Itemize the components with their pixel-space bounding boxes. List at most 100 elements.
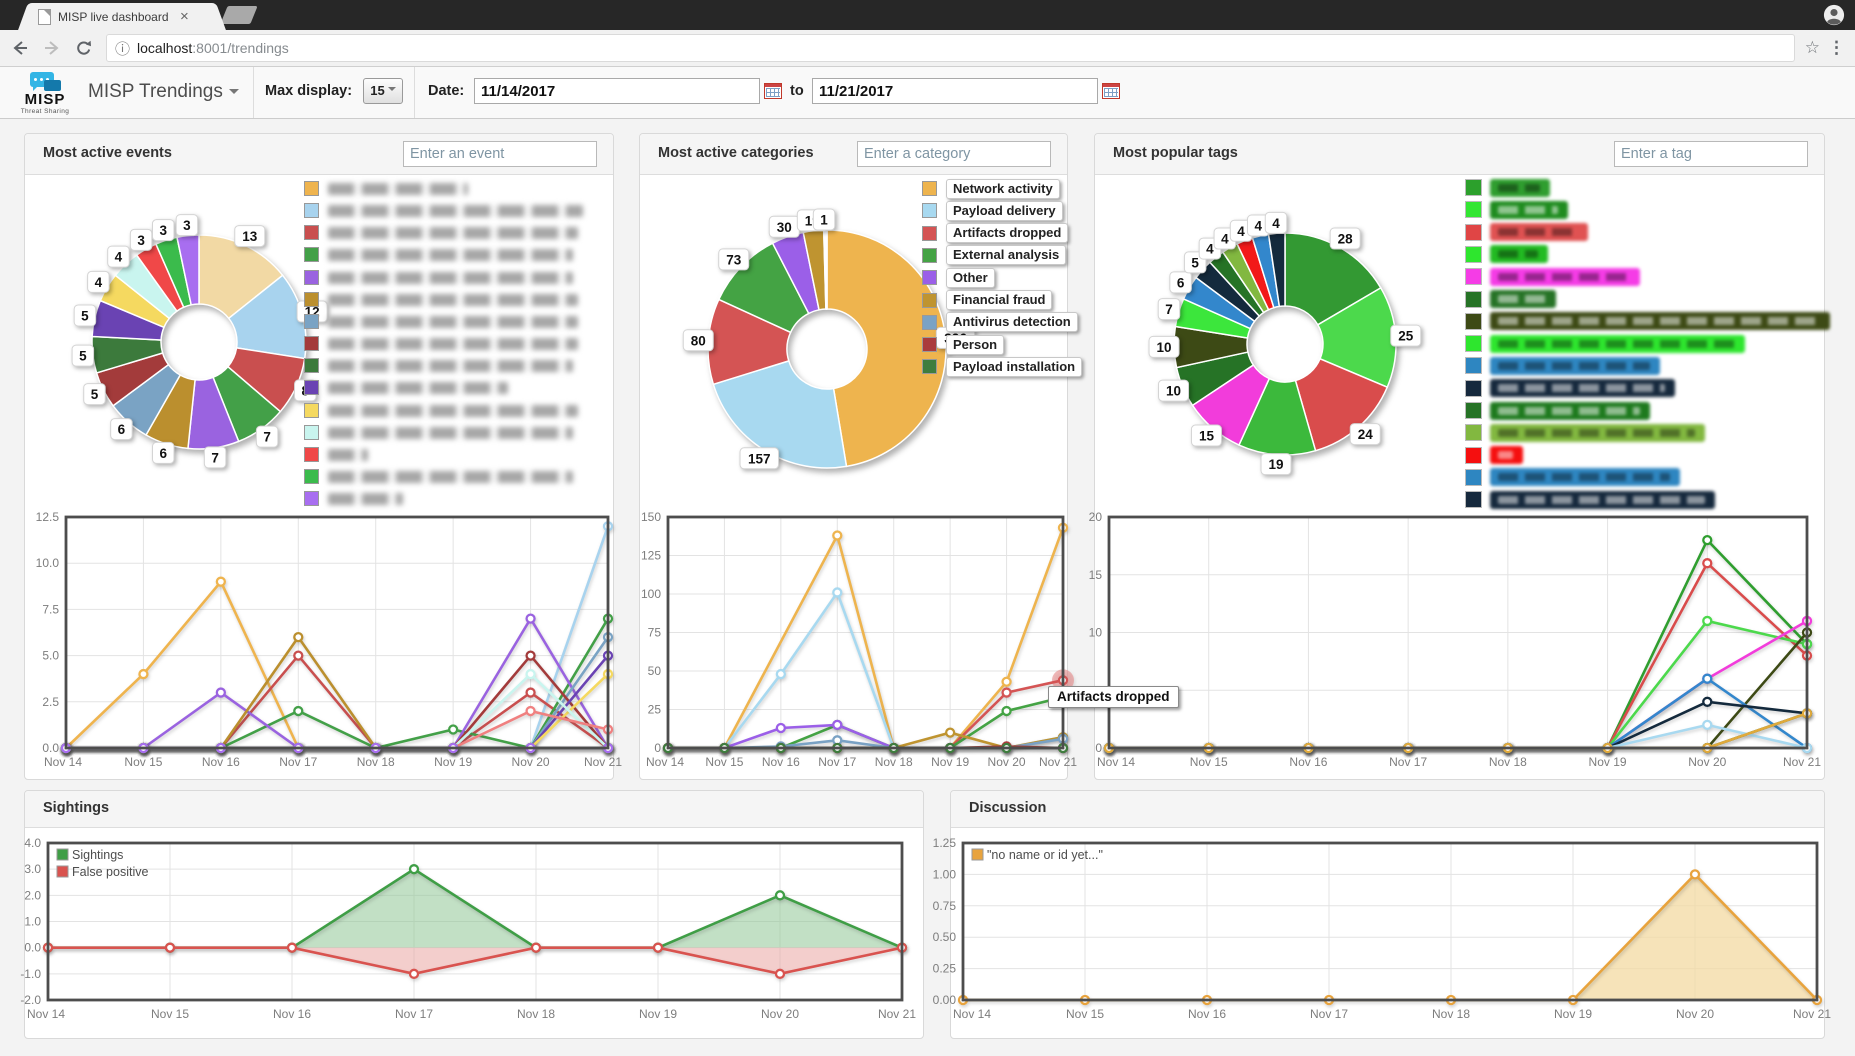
donut-value-label: 4 — [1265, 212, 1287, 233]
redacted-tag-pill — [1490, 290, 1556, 308]
redacted-tag-pill — [1490, 357, 1660, 375]
forward-button[interactable] — [40, 36, 64, 60]
category-search-input[interactable] — [857, 141, 1051, 167]
category-legend-item: Payload delivery — [922, 202, 1063, 219]
svg-text:50: 50 — [648, 664, 662, 678]
redacted-event-title — [328, 205, 583, 217]
panel-title: Most active categories — [658, 145, 814, 161]
legend-color-swatch — [922, 226, 937, 241]
tag-legend-item[interactable] — [1465, 291, 1556, 308]
event-search-input[interactable] — [403, 141, 597, 167]
svg-text:25: 25 — [1398, 329, 1414, 344]
tag-legend-item[interactable] — [1465, 246, 1548, 263]
divider — [414, 67, 415, 118]
svg-text:0: 0 — [654, 741, 661, 755]
new-tab-button[interactable] — [220, 6, 257, 24]
calendar-icon[interactable] — [1102, 83, 1120, 99]
svg-text:Nov 20: Nov 20 — [761, 1007, 799, 1021]
tag-legend-item[interactable] — [1465, 335, 1745, 352]
donut-value-label: 15 — [1191, 425, 1221, 446]
tag-legend-item[interactable] — [1465, 201, 1568, 218]
browser-tab[interactable]: MISP live dashboard × — [30, 3, 214, 30]
tag-legend-item[interactable] — [1465, 268, 1640, 285]
max-display-select[interactable]: 15 — [363, 78, 403, 104]
tag-legend-item[interactable] — [1465, 357, 1660, 374]
bookmark-star-icon[interactable]: ☆ — [1805, 38, 1820, 58]
svg-text:0.0: 0.0 — [42, 741, 59, 755]
tag-legend-item[interactable] — [1465, 313, 1830, 330]
svg-text:Nov 20: Nov 20 — [1688, 755, 1726, 769]
event-legend-item[interactable] — [304, 246, 573, 263]
chevron-down-icon — [388, 87, 396, 95]
tag-legend-item[interactable] — [1465, 447, 1523, 464]
page-info-icon[interactable]: ⓘ — [115, 38, 130, 59]
svg-text:10: 10 — [1157, 340, 1172, 355]
misp-logo[interactable]: MISP Threat Sharing — [16, 69, 74, 115]
event-legend-item[interactable] — [304, 180, 468, 197]
svg-text:Nov 14: Nov 14 — [646, 755, 684, 769]
svg-text:15: 15 — [1199, 429, 1215, 444]
event-legend-item[interactable] — [304, 379, 508, 396]
redacted-tag-pill — [1490, 312, 1830, 330]
donut-value-label: 24 — [1350, 424, 1380, 445]
event-legend-item[interactable] — [304, 490, 403, 507]
discussion-area-chart: "no name or id yet..."1.251.000.750.500.… — [951, 829, 1824, 1034]
svg-text:Nov 16: Nov 16 — [1188, 1007, 1226, 1021]
legend-color-swatch — [304, 469, 319, 484]
profile-avatar[interactable] — [1823, 4, 1845, 26]
redacted-event-title — [328, 493, 403, 505]
app-title-dropdown[interactable]: MISP Trendings — [88, 81, 239, 103]
event-legend-item[interactable] — [304, 313, 578, 330]
legend-color-swatch — [304, 403, 319, 418]
svg-text:20: 20 — [1089, 510, 1103, 524]
calendar-icon[interactable] — [764, 83, 782, 99]
event-legend-item[interactable] — [304, 224, 578, 241]
svg-text:75: 75 — [648, 626, 662, 640]
event-legend-item[interactable] — [304, 291, 578, 308]
tab-close-icon[interactable]: × — [180, 10, 189, 23]
svg-text:4: 4 — [1237, 224, 1245, 239]
event-legend-item[interactable] — [304, 269, 573, 286]
tag-legend-item[interactable] — [1465, 179, 1550, 196]
tag-search-input[interactable] — [1614, 141, 1808, 167]
svg-text:19: 19 — [1268, 457, 1283, 472]
tag-legend-item[interactable] — [1465, 380, 1675, 397]
tag-legend-item[interactable] — [1465, 424, 1705, 441]
back-button[interactable] — [8, 36, 32, 60]
svg-text:Nov 16: Nov 16 — [202, 755, 240, 769]
svg-text:Nov 17: Nov 17 — [818, 755, 856, 769]
reload-button[interactable] — [72, 36, 96, 60]
event-legend-item[interactable] — [304, 202, 583, 219]
svg-text:24: 24 — [1358, 427, 1374, 442]
event-legend-item[interactable] — [304, 357, 573, 374]
svg-text:0.0: 0.0 — [24, 941, 41, 955]
svg-text:0.50: 0.50 — [933, 930, 957, 944]
event-legend-item[interactable] — [304, 402, 578, 419]
url-bar[interactable]: ⓘ localhost :8001/trendings — [106, 34, 1795, 62]
event-legend-item[interactable] — [304, 335, 578, 352]
svg-text:Nov 17: Nov 17 — [1389, 755, 1427, 769]
categories-donut-area: 326157807330191 Network activityPayload … — [640, 174, 1067, 508]
redacted-event-title — [328, 294, 578, 306]
browser-menu-icon[interactable]: ⋮ — [1828, 38, 1845, 58]
redacted-tag-pill — [1490, 223, 1588, 241]
tag-legend-item[interactable] — [1465, 224, 1588, 241]
svg-text:1.0: 1.0 — [24, 915, 41, 929]
donut-value-label: 6 — [111, 419, 132, 440]
svg-text:Nov 17: Nov 17 — [1310, 1007, 1348, 1021]
tag-legend-item[interactable] — [1465, 491, 1715, 508]
svg-text:3.0: 3.0 — [24, 862, 41, 876]
date-to-input[interactable] — [812, 78, 1098, 104]
tag-legend-item[interactable] — [1465, 469, 1680, 486]
event-legend-item[interactable] — [304, 468, 573, 485]
date-from-input[interactable] — [474, 78, 760, 104]
event-legend-item[interactable] — [304, 424, 573, 441]
tag-legend-item[interactable] — [1465, 402, 1650, 419]
event-legend-item[interactable] — [304, 446, 368, 463]
svg-text:Nov 14: Nov 14 — [27, 1007, 65, 1021]
svg-text:Nov 15: Nov 15 — [151, 1007, 189, 1021]
category-legend-label: Antivirus detection — [946, 312, 1078, 332]
url-host: localhost — [137, 40, 192, 56]
category-legend-item: Antivirus detection — [922, 314, 1078, 331]
svg-text:Nov 18: Nov 18 — [517, 1007, 555, 1021]
